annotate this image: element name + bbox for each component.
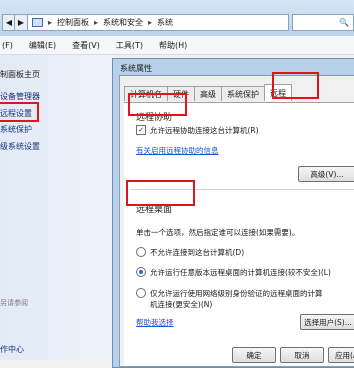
forward-button[interactable]: ▶ (14, 14, 28, 31)
allow-remote-assistance-label: 允许远程协助连接这台计算机(R) (150, 126, 259, 135)
forward-icon: ▶ (17, 18, 25, 27)
path-separator: ▸ (48, 18, 53, 27)
path-separator: ▸ (94, 18, 99, 27)
sidebar-item-system-protection[interactable]: 系统保护 (0, 124, 32, 135)
sidebar-item-action-center[interactable]: 作中心 (0, 344, 24, 355)
highlight-remote-settings (0, 102, 39, 122)
remote-tab-panel: 远程协助 ✓ 允许远程协助连接这台计算机(R) 有关启用远程协助的信息 高级(V… (124, 102, 354, 366)
apply-button[interactable]: 应用(A) (328, 347, 354, 363)
path-separator: ▸ (148, 18, 153, 27)
breadcrumb-system-security[interactable]: 系统和安全 (103, 17, 143, 28)
tab-system-protection[interactable]: 系统保护 (221, 86, 265, 101)
tab-label: 高级 (200, 89, 216, 99)
radio-nla-only-line2: 机连接(更安全)(N) (150, 300, 213, 309)
radio-nla-only-label: 仅允许运行使用网络级别身份验证的远程桌面的计算 机连接(更安全)(N) (150, 288, 323, 310)
ok-button-label: 确定 (246, 350, 262, 360)
cancel-button-label: 取消 (294, 350, 310, 360)
select-users-button-label: 选择用户(S)... (304, 317, 352, 327)
dialog-body: 计算机名 硬件 高级 系统保护 远程 远程协助 ✓ 允许远程协助连接这台计算机(… (119, 75, 354, 367)
radio-row-nla-only[interactable]: 仅允许运行使用网络级别身份验证的远程桌面的计算 机连接(更安全)(N) (136, 288, 323, 310)
menu-view[interactable]: 查看(V) (64, 40, 108, 51)
see-also-label: 另请参阅 (0, 299, 28, 307)
radio-row-disallow[interactable]: 不允许连接到这台计算机(D) (136, 247, 244, 258)
radio-disallow-label: 不允许连接到这台计算机(D) (150, 248, 245, 257)
breadcrumb-control-panel[interactable]: 控制面板 (57, 17, 89, 28)
apply-button-label: 应用(A) (335, 350, 354, 360)
sidebar-item-device-manager[interactable]: 设备管理器 (0, 91, 40, 102)
menu-tools[interactable]: 工具(T) (108, 40, 151, 51)
advanced-button[interactable]: 高级(V)... (298, 166, 354, 182)
allow-remote-assistance-row[interactable]: ✓ 允许远程协助连接这台计算机(R) (136, 125, 259, 136)
sidebar-item-control-panel-home[interactable]: 制面板主页 (0, 69, 40, 80)
advanced-button-label: 高级(V)... (310, 169, 344, 179)
select-users-button[interactable]: 选择用户(S)... (300, 314, 354, 330)
sidebar-item-advanced-settings[interactable]: 级系统设置 (0, 141, 40, 152)
search-input[interactable]: 🔍 (292, 14, 354, 31)
radio-nla-only[interactable] (136, 288, 146, 298)
remote-assistance-info-link[interactable]: 有关启用远程协助的信息 (136, 145, 219, 156)
help-me-choose-link[interactable]: 帮助我选择 (136, 317, 174, 328)
menu-help[interactable]: 帮助(H) (151, 40, 195, 51)
highlight-remote-tab (272, 72, 319, 99)
menu-bar: (F) 编辑(E) 查看(V) 工具(T) 帮助(H) (0, 36, 354, 55)
highlight-remote-desktop (126, 180, 195, 206)
highlight-remote-assistance (128, 93, 187, 116)
menu-file[interactable]: (F) (0, 41, 21, 50)
left-navigation-pane: 制面板主页 设备管理器 远程设置 系统保护 级系统设置 另请参阅 作中心 (0, 55, 112, 360)
tab-label: 系统保护 (227, 89, 259, 99)
radio-allow-any[interactable] (136, 267, 146, 277)
back-icon: ◀ (5, 18, 13, 27)
radio-disallow[interactable] (136, 247, 146, 257)
address-bar-area: ◀ ▶ ▸ 控制面板 ▸ 系统和安全 ▸ 系统 🔍 (0, 0, 354, 36)
search-icon: 🔍 (339, 18, 349, 27)
allow-remote-assistance-checkbox[interactable]: ✓ (136, 125, 146, 135)
menu-edit[interactable]: 编辑(E) (21, 40, 64, 51)
radio-nla-only-line1: 仅允许运行使用网络级别身份验证的远程桌面的计算 (150, 289, 323, 298)
radio-allow-any-label: 允许运行任意版本远程桌面的计算机连接(较不安全)(L) (150, 268, 331, 277)
cancel-button[interactable]: 取消 (280, 347, 324, 363)
remote-desktop-instruction: 单击一个选项，然后指定谁可以连接(如果需要)。 (136, 228, 300, 237)
ok-button[interactable]: 确定 (232, 347, 276, 363)
breadcrumb-system[interactable]: 系统 (157, 17, 173, 28)
computer-icon (32, 18, 43, 27)
radio-row-allow-any[interactable]: 允许运行任意版本远程桌面的计算机连接(较不安全)(L) (136, 267, 331, 278)
dialog-title: 系统属性 (120, 64, 152, 73)
tab-advanced[interactable]: 高级 (194, 86, 222, 101)
address-input[interactable]: ▸ 控制面板 ▸ 系统和安全 ▸ 系统 (27, 14, 289, 31)
